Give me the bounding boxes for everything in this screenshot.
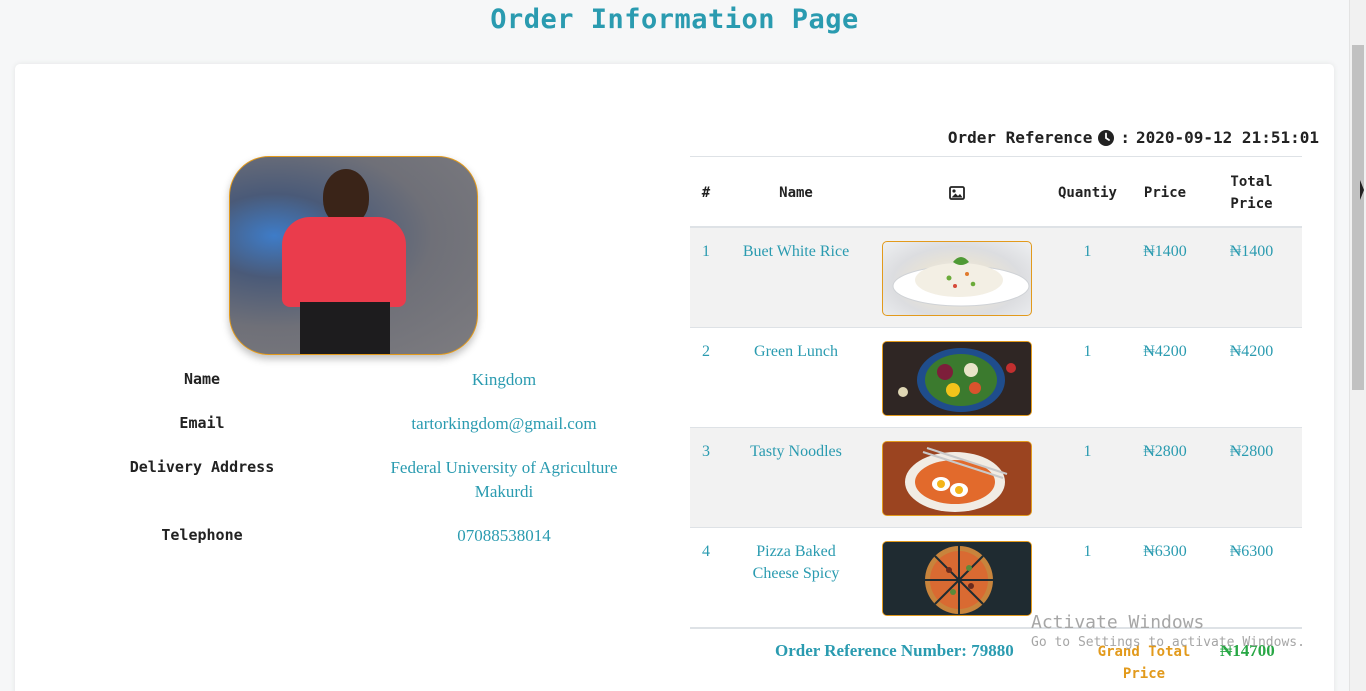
address-line-1: Federal University of Agriculture — [390, 458, 618, 477]
order-table: # Name Quantiy Price Total Price 1 Buet … — [690, 156, 1302, 628]
food-image-noodles — [882, 441, 1032, 516]
item-quantity: 1 — [1083, 443, 1092, 460]
item-name: Buet White Rice — [742, 243, 850, 260]
name-label: Name — [183, 370, 221, 388]
order-reference-label: Order Reference — [947, 128, 1093, 147]
header-image — [882, 157, 1032, 228]
header-name: Name — [779, 184, 813, 201]
item-total: ₦2800 — [1229, 443, 1274, 460]
noodle-bowl — [883, 442, 1031, 515]
item-name: Pizza Baked Cheese Spicy — [752, 543, 840, 582]
header-total-line1: Total — [1230, 173, 1273, 190]
header-quantity: Quantiy — [1057, 184, 1117, 201]
item-price: ₦6300 — [1143, 543, 1187, 560]
grand-total-label-line2: Price — [1122, 666, 1166, 682]
email-label: Email — [179, 414, 225, 432]
item-total: ₦6300 — [1229, 543, 1274, 560]
item-quantity: 1 — [1083, 243, 1092, 260]
watermark-title: Activate Windows — [1031, 612, 1205, 633]
telephone-value: 07088538014 — [457, 526, 551, 545]
row-number: 1 — [702, 243, 710, 260]
activation-watermark: Activate Windows Go to Settings to activ… — [1031, 612, 1305, 650]
name-value: Kingdom — [471, 370, 537, 389]
address-label: Delivery Address — [129, 458, 275, 476]
order-reference-separator: : — [1120, 128, 1130, 147]
table-row: 1 Buet White Rice 1 ₦1400 ₦1400 — [690, 228, 1302, 328]
item-price: ₦2800 — [1143, 443, 1187, 460]
item-price: ₦1400 — [1143, 243, 1187, 260]
item-name: Tasty Noodles — [750, 443, 842, 460]
item-total: ₦1400 — [1229, 243, 1274, 260]
item-quantity: 1 — [1083, 343, 1092, 360]
header-price: Price — [1143, 184, 1187, 201]
avatar-trousers — [300, 302, 390, 354]
watermark-subtitle: Go to Settings to activate Windows. — [1031, 635, 1305, 650]
order-timestamp: 2020-09-12 21:51:01 — [1135, 128, 1319, 147]
row-number: 2 — [702, 343, 710, 360]
header-num: # — [701, 184, 711, 201]
order-reference-row: Order Reference : 2020-09-12 21:51:01 — [948, 128, 1319, 147]
scrollbar-thumb[interactable] — [1352, 45, 1364, 390]
telephone-label: Telephone — [161, 526, 243, 544]
rice-plate — [892, 257, 1030, 307]
item-quantity: 1 — [1083, 543, 1092, 560]
pizza — [883, 542, 1031, 615]
item-price: ₦4200 — [1143, 343, 1187, 360]
page-scrollbar[interactable] — [1349, 0, 1366, 691]
table-row: 2 Green Lunch 1 ₦4200 ₦4200 — [690, 328, 1302, 428]
item-name: Green Lunch — [754, 343, 838, 360]
table-header: # Name Quantiy Price Total Price — [690, 157, 1302, 228]
row-number: 3 — [702, 443, 710, 460]
salad-bowl — [883, 342, 1031, 415]
item-total: ₦4200 — [1229, 343, 1274, 360]
email-value: tartorkingdom@gmail.com — [411, 414, 597, 433]
address-value: Federal University of Agriculture Makurd… — [374, 456, 634, 504]
table-row: 3 Tasty Noodles 1 ₦2800 ₦2800 — [690, 428, 1302, 528]
avatar — [229, 156, 478, 355]
address-line-2: Makurdi — [474, 482, 534, 501]
header-total-line2: Price — [1230, 195, 1273, 212]
row-number: 4 — [702, 543, 710, 560]
page-title: Order Information Page — [490, 4, 859, 35]
clock-icon — [1098, 129, 1115, 146]
avatar-shirt — [282, 217, 406, 307]
header-total-price: Total Price — [1215, 157, 1288, 228]
image-icon — [949, 185, 965, 200]
order-reference-number: Order Reference Number: 79880 — [775, 641, 1014, 660]
food-image-rice — [882, 241, 1032, 316]
food-image-salad — [882, 341, 1032, 416]
food-image-pizza — [882, 541, 1032, 616]
